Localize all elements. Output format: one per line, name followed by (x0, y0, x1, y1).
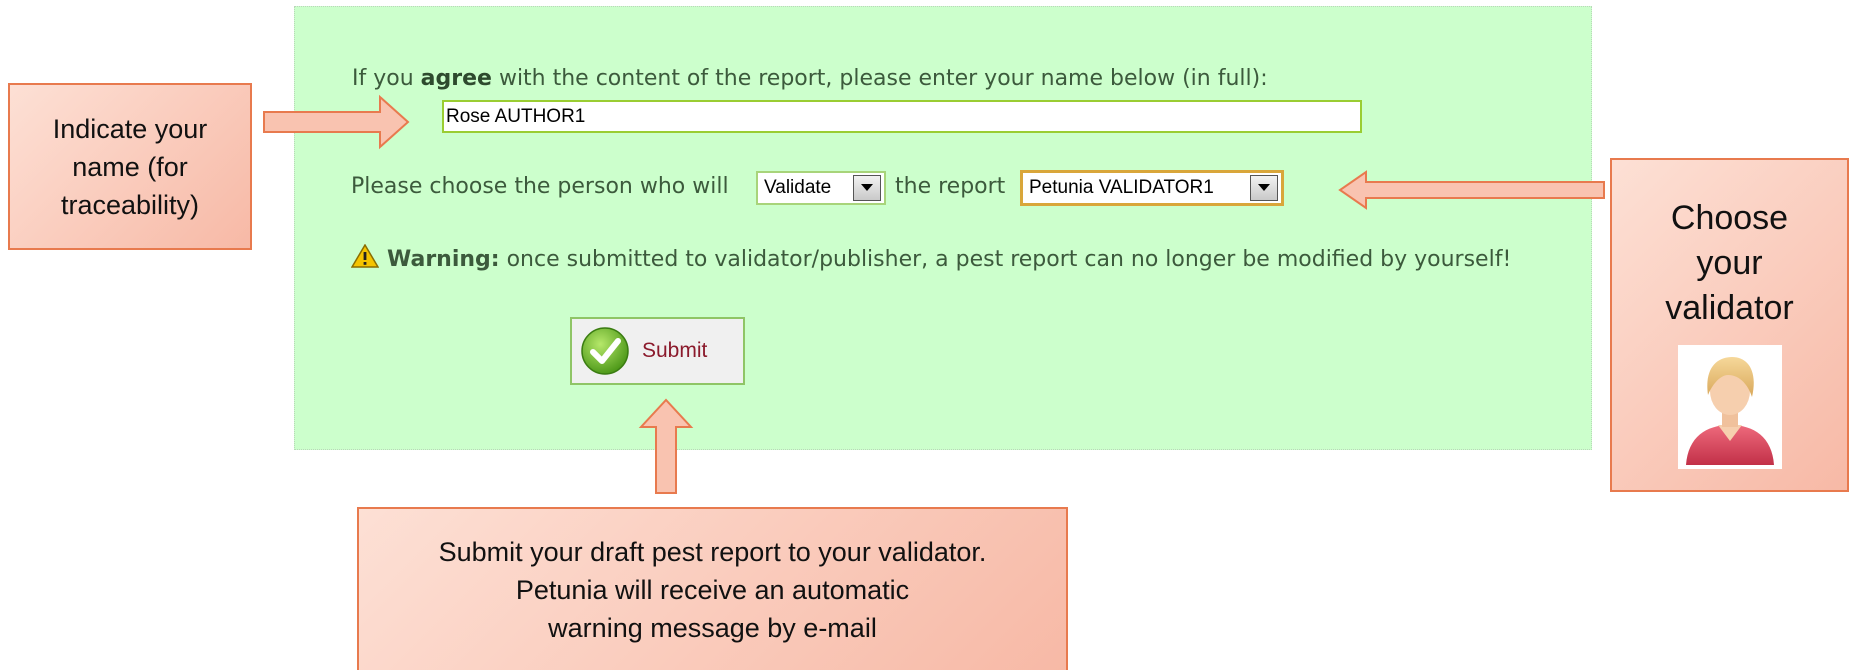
agree-bold: agree (420, 66, 492, 91)
warning-body: once submitted to validator/publisher, a… (499, 247, 1512, 272)
green-checkmark-icon (581, 327, 629, 375)
submit-button[interactable]: Submit (570, 317, 745, 385)
action-select-value: Validate (764, 177, 832, 198)
validator-hint-callout: Choose your validator (1610, 158, 1849, 492)
warning-label: Warning: (387, 247, 500, 272)
submit-hint-text: Submit your draft pest report to your va… (438, 536, 987, 643)
arrow-right-icon (263, 94, 410, 150)
name-hint-callout: Indicate your name (for traceability) (8, 83, 252, 250)
agree-prefix: If you (352, 66, 421, 91)
warning-message: Warning: once submitted to validator/pub… (350, 242, 1539, 278)
submit-label: Submit (642, 339, 708, 362)
choose-middle: the report (895, 174, 1006, 199)
warning-triangle-icon (350, 243, 380, 268)
action-select[interactable]: Validate (756, 171, 886, 205)
validator-select[interactable]: Petunia VALIDATOR1 (1020, 170, 1284, 206)
submit-hint-callout: Submit your draft pest report to your va… (357, 507, 1068, 670)
validator-hint-text: Choose your validator (1665, 199, 1794, 327)
dropdown-arrow-icon[interactable] (1250, 175, 1278, 201)
dropdown-arrow-icon[interactable] (853, 175, 881, 201)
validator-select-value: Petunia VALIDATOR1 (1029, 177, 1214, 198)
arrow-up-icon (638, 398, 694, 494)
name-hint-text: Indicate your name (for traceability) (52, 113, 208, 220)
agree-instruction: If you agree with the content of the rep… (352, 66, 1268, 91)
full-name-input[interactable] (442, 100, 1362, 133)
arrow-left-icon (1338, 170, 1605, 210)
choose-prefix: Please choose the person who will (351, 174, 729, 199)
agree-suffix: with the content of the report, please e… (491, 66, 1268, 91)
user-avatar-icon (1677, 345, 1782, 469)
